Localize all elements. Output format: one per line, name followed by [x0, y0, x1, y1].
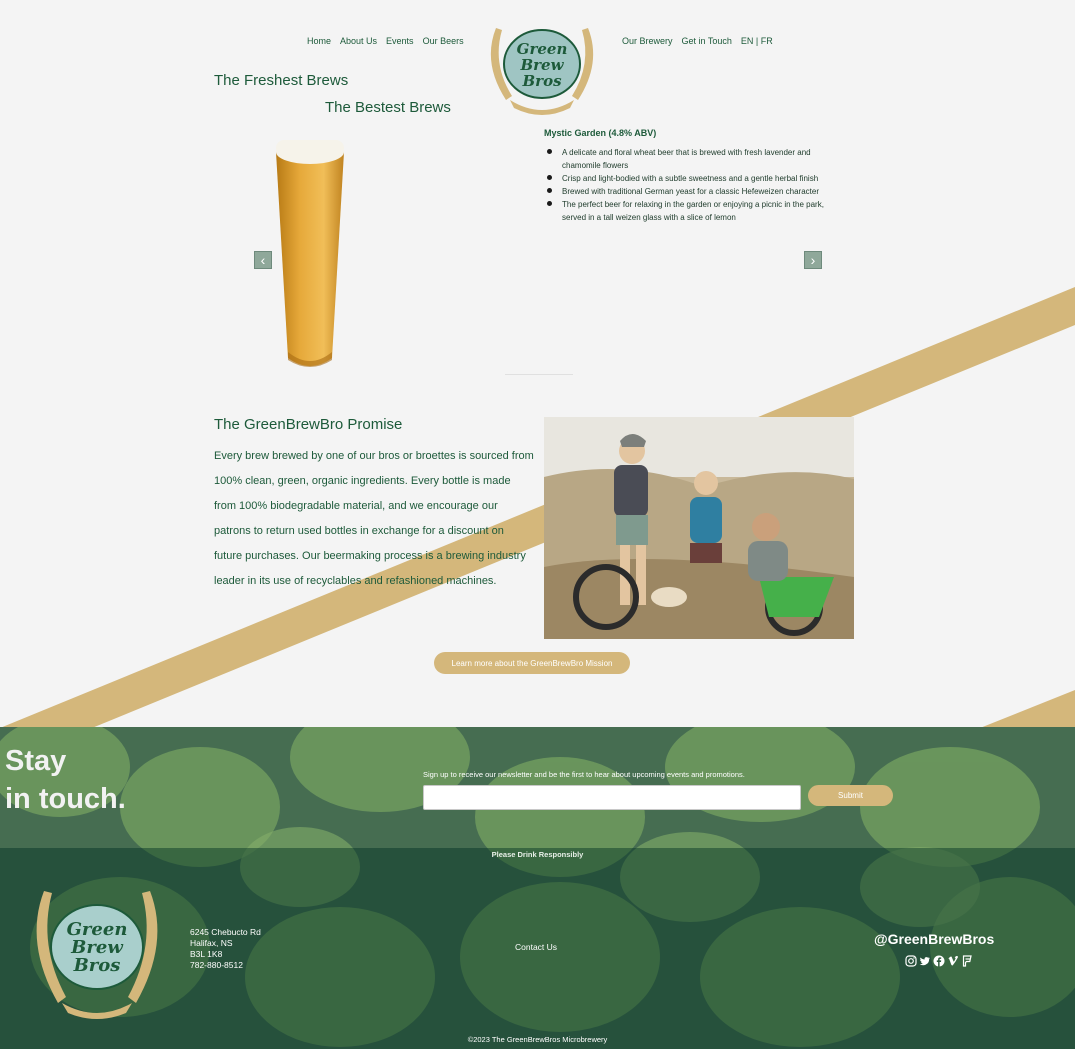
chevron-left-icon: ‹	[260, 252, 266, 268]
header-logo[interactable]: Green Brew Bros	[476, 8, 608, 116]
main-nav-left: Home About Us Events Our Beers	[307, 36, 473, 46]
nav-about-us[interactable]: About Us	[340, 36, 377, 46]
drink-responsibly-notice: Please Drink Responsibly	[491, 850, 584, 859]
list-item: A delicate and floral wheat beer that is…	[544, 146, 844, 172]
mission-button[interactable]: Learn more about the GreenBrewBro Missio…	[434, 652, 630, 674]
contact-us-link[interactable]: Contact Us	[515, 942, 557, 952]
carousel-next-button[interactable]: ›	[804, 251, 822, 269]
promise-title: The GreenBrewBro Promise	[214, 416, 403, 433]
submit-button[interactable]: Submit	[808, 785, 893, 806]
nav-our-brewery[interactable]: Our Brewery	[622, 36, 673, 46]
list-item: The perfect beer for relaxing in the gar…	[544, 198, 844, 224]
main-nav-right: Our Brewery Get in Touch EN | FR	[622, 36, 782, 46]
newsletter-label: Sign up to receive our newsletter and be…	[423, 770, 745, 779]
nav-get-in-touch[interactable]: Get in Touch	[682, 36, 732, 46]
social-links	[905, 955, 973, 967]
address-postal: B3L 1K8	[190, 949, 223, 959]
promise-text: Every brew brewed by one of our bros or …	[214, 450, 534, 587]
nav-home[interactable]: Home	[307, 36, 331, 46]
nav-our-beers[interactable]: Our Beers	[423, 36, 464, 46]
hero-title: The Freshest Brews	[214, 72, 349, 89]
footer-logo[interactable]: Green Brew Bros	[22, 873, 172, 1019]
copyright-notice: ©2023 The GreenBrewBros Microbrewery	[467, 1035, 608, 1044]
chevron-right-icon: ›	[810, 252, 816, 268]
address-block: 6245 Chebucto Rd Halifax, NS B3L 1K8 782…	[190, 927, 261, 971]
footer-logo-line-3: Bros	[73, 955, 121, 976]
address-city: Halifax, NS	[190, 938, 233, 948]
twitter-icon[interactable]	[919, 955, 931, 967]
foursquare-icon[interactable]	[961, 955, 973, 967]
list-item: Crisp and light-bodied with a subtle swe…	[544, 172, 844, 185]
language-switch[interactable]: EN | FR	[741, 36, 773, 46]
instagram-icon[interactable]	[905, 955, 917, 967]
carousel-prev-button[interactable]: ‹	[254, 251, 272, 269]
beer-description-list: A delicate and floral wheat beer that is…	[544, 146, 844, 224]
email-field[interactable]	[423, 785, 801, 810]
list-item: Brewed with traditional German yeast for…	[544, 185, 844, 198]
beer-glass-image	[276, 140, 344, 367]
address-phone: 782-880-8512	[190, 960, 243, 970]
newsletter-title-line-1: Stay	[5, 745, 67, 777]
newsletter-title: Stay in touch.	[5, 742, 126, 818]
carousel-indicator[interactable]	[505, 374, 573, 375]
nav-events[interactable]: Events	[386, 36, 414, 46]
logo-line-3: Bros	[521, 72, 562, 90]
beer-name: Mystic Garden (4.8% ABV)	[544, 128, 657, 138]
vimeo-icon[interactable]	[947, 955, 959, 967]
friends-cheers-photo	[544, 417, 854, 639]
facebook-icon[interactable]	[933, 955, 945, 967]
address-street: 6245 Chebucto Rd	[190, 927, 261, 937]
hero-subtitle: The Bestest Brews	[325, 99, 451, 116]
newsletter-title-line-2: in touch.	[5, 783, 126, 815]
social-handle: @GreenBrewBros	[874, 931, 995, 947]
